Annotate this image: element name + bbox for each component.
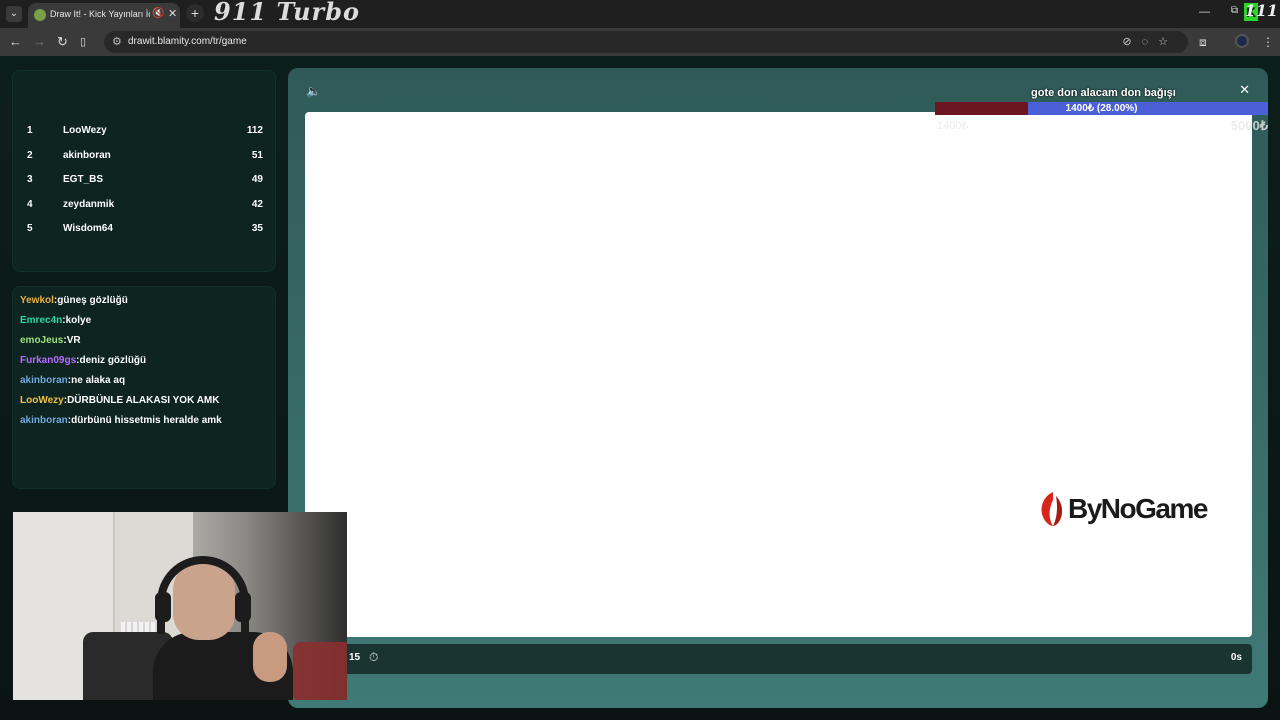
chat-text: kolye [65, 315, 92, 326]
player-score: 35 [251, 223, 263, 234]
new-tab-button[interactable]: + [186, 4, 204, 22]
player-score: 42 [251, 199, 263, 210]
browser-nav-bar: ← → ↻ ▯ ⚙ drawit.blamity.com/tr/game ⊘◌☆… [0, 28, 1280, 56]
headphone-ear-left [155, 592, 171, 622]
headphone-ear-right [235, 592, 251, 622]
webcam-person-hand [253, 632, 287, 682]
player-name: Wisdom64 [63, 223, 113, 234]
chat-message: Furkan09gs:deniz gözlüğü [20, 355, 146, 366]
donation-max: 5000₺ [1230, 118, 1268, 133]
browser-tab[interactable]: Draw It! - Kick Yayınları İçin 🔇 ✕ [28, 3, 180, 28]
speaker-icon[interactable]: 🔈 [306, 84, 321, 98]
donation-title: gote don alacam don bağışı [1031, 87, 1176, 99]
rank: 5 [27, 223, 33, 234]
chat-message: akinboran:ne alaka aq [20, 375, 125, 386]
leaderboard-row: 5 Wisdom64 35 [13, 219, 275, 239]
chat-username[interactable]: akinboran [20, 375, 68, 386]
tab-favicon-icon [34, 9, 46, 21]
stopwatch-icon: ⏱ [369, 650, 379, 664]
sponsor-logo: ByNoGame [1040, 490, 1220, 530]
rank: 2 [27, 150, 33, 161]
chat-username[interactable]: Furkan09gs [20, 355, 76, 366]
leaderboard-panel: 1 LooWezy 112 2 akinboran 51 3 EGT_BS 49… [12, 70, 276, 272]
donation-goal-widget: gote don alacam don bağışı 1400₺ (28.00%… [935, 86, 1268, 146]
profile-avatar[interactable] [1235, 34, 1249, 48]
time-left: 0s [1230, 652, 1242, 663]
chat-username[interactable]: LooWezy [20, 395, 64, 406]
chat-text: deniz gözlüğü [79, 355, 147, 366]
window-minimize-icon[interactable]: — [1199, 6, 1210, 18]
player-name: akinboran [63, 150, 111, 161]
side-panel-icon[interactable]: ▯ [80, 35, 86, 48]
player-name: zeydanmik [63, 199, 115, 210]
donation-progress-bar: 1400₺ (28.00%) [935, 102, 1268, 115]
address-bar[interactable]: ⚙ drawit.blamity.com/tr/game ⊘◌☆ [104, 31, 1188, 53]
player-score: 51 [251, 150, 263, 161]
drawing-canvas[interactable]: ByNoGame [305, 112, 1252, 637]
rank: 1 [27, 125, 33, 136]
chat-message: Yewkol:güneş gözlüğü [20, 295, 128, 306]
chat-username[interactable]: emoJeus [20, 335, 63, 346]
round-number: 15 [349, 652, 361, 663]
chat-text: DÜRBÜNLE ALAKASI YOK AMK [67, 395, 220, 406]
tab-muted-icon[interactable]: 🔇 [152, 8, 164, 19]
round-timer-bar: 15 ⏱ 0s [305, 644, 1252, 674]
donation-min: 1400₺ [937, 120, 969, 132]
rank: 4 [27, 199, 33, 210]
reload-icon[interactable]: ↻ [57, 34, 68, 50]
corner-badge-number: 111 [1244, 1, 1278, 20]
forward-arrow-icon[interactable]: → [33, 34, 46, 49]
chat-panel: Yewkol:güneş gözlüğü Emrec4n:kolye emoJeus… [12, 286, 276, 489]
chat-message: Emrec4n:kolye [20, 315, 91, 326]
chat-text: ne alaka aq [71, 375, 126, 386]
extensions-icon[interactable]: ⧈ [1199, 35, 1207, 50]
page-content: 1 LooWezy 112 2 akinboran 51 3 EGT_BS 49… [0, 56, 1280, 720]
chat-text: dürbünü hissetmis heralde amk [71, 415, 222, 426]
webcam-pillow [293, 642, 347, 700]
leaderboard-row: 2 akinboran 51 [13, 146, 275, 166]
browser-tab-bar: ⌄ Draw It! - Kick Yayınları İçin 🔇 ✕ + 9… [0, 0, 1280, 28]
streamer-webcam [13, 512, 347, 700]
browser-menu-icon[interactable]: ⋮ [1262, 35, 1274, 49]
rank: 3 [27, 174, 33, 185]
stream-overlay-title: 911 Turbo [214, 0, 360, 26]
leaderboard-row: 4 zeydanmik 42 [13, 195, 275, 215]
address-bar-actions[interactable]: ⊘◌☆ [1122, 35, 1178, 48]
tab-close-icon[interactable]: ✕ [168, 7, 177, 20]
player-score: 49 [251, 174, 263, 185]
back-arrow-icon[interactable]: ← [9, 34, 22, 49]
bynogame-logo-icon [1041, 492, 1063, 526]
player-name: EGT_BS [63, 174, 104, 185]
chat-message: LooWezy:DÜRBÜNLE ALAKASI YOK AMK [20, 395, 219, 406]
chat-username[interactable]: Emrec4n [20, 315, 62, 326]
chat-message: emoJeus:VR [20, 335, 81, 346]
player-name: LooWezy [63, 125, 107, 136]
chat-text: güneş gözlüğü [57, 295, 128, 306]
tab-search-button[interactable]: ⌄ [6, 6, 22, 22]
player-score: 112 [246, 125, 263, 136]
game-area: 🔈 ✕ ByNoGame 15 ⏱ 0s [288, 68, 1268, 708]
chat-username[interactable]: Yewkol [20, 295, 54, 306]
sponsor-name: ByNoGame [1068, 493, 1208, 524]
tab-title: Draw It! - Kick Yayınları İçin [50, 9, 150, 19]
leaderboard-row: 1 LooWezy 112 [13, 121, 275, 141]
url-text[interactable]: drawit.blamity.com/tr/game [128, 36, 247, 47]
leaderboard-row: 3 EGT_BS 49 [13, 170, 275, 190]
donation-progress-label: 1400₺ (28.00%) [1065, 103, 1138, 114]
window-restore-icon[interactable]: ⧉ [1231, 5, 1238, 16]
chat-text: VR [66, 335, 81, 346]
chat-username[interactable]: akinboran [20, 415, 68, 426]
chat-message: akinboran:dürbünü hissetmis heralde amk [20, 415, 222, 426]
site-info-icon[interactable]: ⚙ [112, 35, 122, 48]
